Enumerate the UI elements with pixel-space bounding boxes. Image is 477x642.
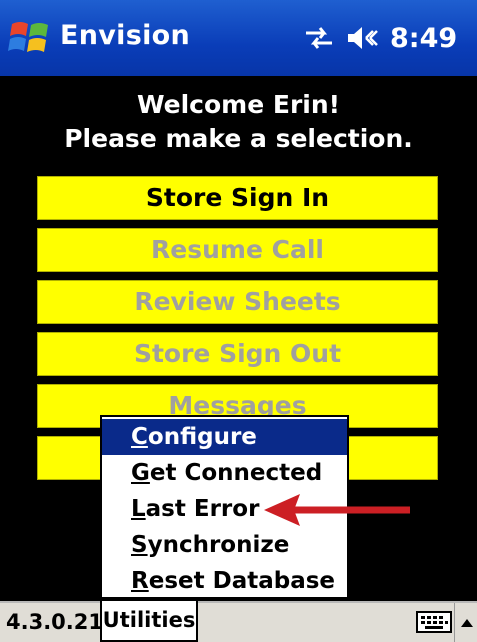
menu-item-accelerator: C xyxy=(131,424,148,450)
menu-item-accelerator: L xyxy=(131,496,146,522)
welcome-instruction: Please make a selection. xyxy=(64,124,413,153)
menu-item-configure[interactable]: Configure xyxy=(102,419,347,455)
windows-start-icon[interactable] xyxy=(8,14,52,62)
menu-item-label: ynchronize xyxy=(147,532,290,558)
welcome-greeting: Welcome Erin! xyxy=(136,90,341,119)
caret-up-icon xyxy=(460,618,473,627)
review-sheets-button[interactable]: Review Sheets xyxy=(37,280,438,324)
title-bar: Envision 8:49 xyxy=(0,0,477,76)
keyboard-icon[interactable] xyxy=(416,609,452,635)
store-sign-in-button[interactable]: Store Sign In xyxy=(37,176,438,220)
menu-item-label: ast Error xyxy=(145,496,260,522)
menu-item-label: onfigure xyxy=(147,424,257,450)
version-label: 4.3.0.21 xyxy=(6,610,103,634)
menu-item-accelerator: S xyxy=(131,532,148,558)
annotation-arrow-icon xyxy=(264,494,410,526)
menu-item-synchronize[interactable]: Synchronize xyxy=(102,527,347,563)
clock[interactable]: 8:49 xyxy=(390,23,457,54)
menu-item-accelerator: G xyxy=(131,460,150,486)
menu-item-reset-database[interactable]: Reset Database xyxy=(102,563,347,599)
connectivity-icon[interactable] xyxy=(304,25,334,51)
menu-item-label: et Connected xyxy=(149,460,323,486)
app-title: Envision xyxy=(60,20,191,51)
resume-call-button[interactable]: Resume Call xyxy=(37,228,438,272)
status-area: 8:49 xyxy=(304,18,457,58)
bottom-menu-bar: 4.3.0.21 Utilities xyxy=(0,601,477,642)
menu-item-accelerator: R xyxy=(131,568,149,594)
store-sign-out-button[interactable]: Store Sign Out xyxy=(37,332,438,376)
welcome-message: Welcome Erin! Please make a selection. xyxy=(0,88,477,156)
menu-item-get-connected[interactable]: Get Connected xyxy=(102,455,347,491)
menu-item-label: eset Database xyxy=(148,568,336,594)
input-panel-arrow-button[interactable] xyxy=(454,603,477,642)
speaker-icon[interactable] xyxy=(346,25,378,51)
utilities-menu-button[interactable]: Utilities xyxy=(100,601,198,642)
